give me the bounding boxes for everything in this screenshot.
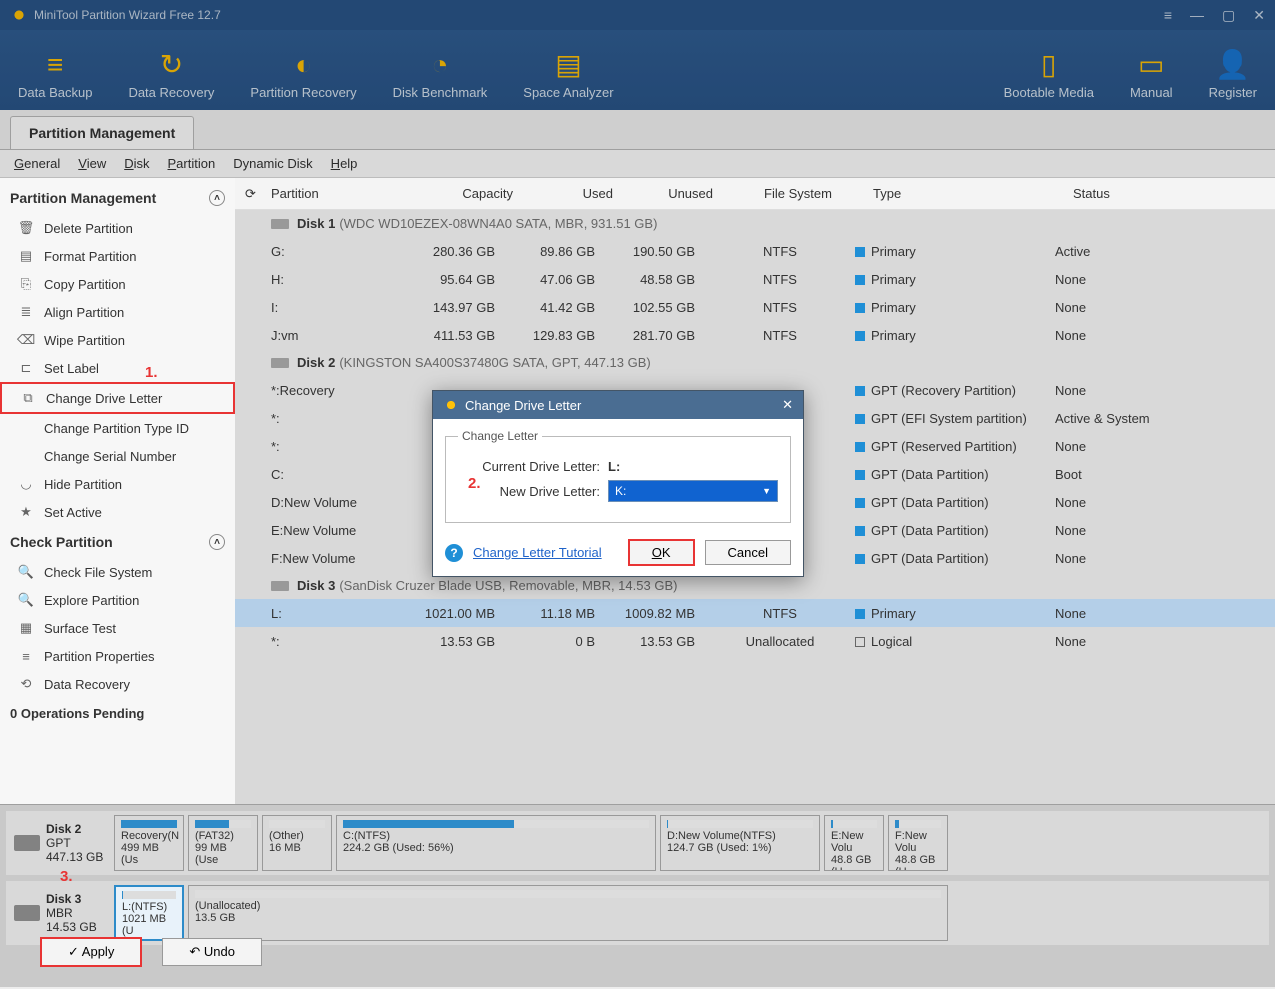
partition-row[interactable]: *:13.53 GB0 B13.53 GBUnallocatedLogicalN…	[235, 627, 1275, 655]
sidebar-item-data-recovery-side[interactable]: ⟲Data Recovery	[0, 670, 235, 698]
sidebar-item-check-file-system[interactable]: 🔍Check File System	[0, 558, 235, 586]
help-icon[interactable]: ?	[445, 544, 463, 562]
sidebar-item-change-serial-number[interactable]: Change Serial Number	[0, 442, 235, 470]
sidebar-item-surface-test[interactable]: ▦Surface Test	[0, 614, 235, 642]
disk-map-block[interactable]: (Other)16 MB	[262, 815, 332, 871]
disk-map-block[interactable]: E:New Volu48.8 GB (U	[824, 815, 884, 871]
dialog-logo-icon	[443, 397, 459, 413]
operations-pending: 0 Operations Pending	[0, 698, 235, 729]
sidebar-item-hide-partition[interactable]: ◡Hide Partition	[0, 470, 235, 498]
change-drive-letter-icon: ⧉	[20, 390, 36, 406]
disk-row[interactable]: Disk 1 (WDC WD10EZEX-08WN4A0 SATA, MBR, …	[235, 210, 1275, 237]
partition-row[interactable]: L:1021.00 MB11.18 MB1009.82 MBNTFSPrimar…	[235, 599, 1275, 627]
refresh-icon[interactable]: ⟳	[235, 186, 253, 202]
disk-map-block[interactable]: D:New Volume(NTFS)124.7 GB (Used: 1%)	[660, 815, 820, 871]
align-partition-icon: ≣	[18, 304, 34, 320]
annotation-2: 2.	[468, 475, 481, 492]
disk-row[interactable]: Disk 2 (KINGSTON SA400S37480G SATA, GPT,…	[235, 349, 1275, 376]
disk-map-block[interactable]: Recovery(N499 MB (Us	[114, 815, 184, 871]
sidebar-item-copy-partition[interactable]: ⎘Copy Partition	[0, 270, 235, 298]
partition-row[interactable]: G:280.36 GB89.86 GB190.50 GBNTFSPrimaryA…	[235, 237, 1275, 265]
sidebar-item-partition-properties[interactable]: ≡Partition Properties	[0, 642, 235, 670]
current-drive-letter: L:	[608, 459, 620, 474]
explore-partition-icon: 🔍	[18, 592, 34, 608]
data-recovery-side-icon: ⟲	[18, 676, 34, 692]
sidebar-item-set-active[interactable]: ★Set Active	[0, 498, 235, 526]
partition-row[interactable]: I:143.97 GB41.42 GB102.55 GBNTFSPrimaryN…	[235, 293, 1275, 321]
set-label-icon: ⊏	[18, 360, 34, 376]
new-drive-letter-select[interactable]: K: ▼	[608, 480, 778, 502]
change-serial-number-icon	[18, 448, 34, 464]
copy-partition-icon: ⎘	[18, 276, 34, 292]
delete-partition-icon: 🗑	[18, 220, 34, 236]
surface-test-icon: ▦	[18, 620, 34, 636]
chevron-down-icon: ▼	[762, 486, 771, 496]
collapse-icon[interactable]: ˄	[209, 534, 225, 550]
cancel-button[interactable]: Cancel	[705, 540, 791, 565]
sidebar-item-change-partition-type-id[interactable]: Change Partition Type ID	[0, 414, 235, 442]
disk-icon	[271, 358, 289, 368]
apply-button[interactable]: ✓ Apply	[40, 937, 142, 967]
set-active-icon: ★	[18, 504, 34, 520]
sidebar-item-delete-partition[interactable]: 🗑Delete Partition	[0, 214, 235, 242]
partition-row[interactable]: H:95.64 GB47.06 GB48.58 GBNTFSPrimaryNon…	[235, 265, 1275, 293]
sidebar-item-explore-partition[interactable]: 🔍Explore Partition	[0, 586, 235, 614]
change-partition-type-id-icon	[18, 420, 34, 436]
ok-button[interactable]: OK	[628, 539, 695, 566]
format-partition-icon: ▤	[18, 248, 34, 264]
sidebar-group-check-partition: Check Partition ˄	[0, 526, 235, 558]
collapse-icon[interactable]: ˄	[209, 190, 225, 206]
hide-partition-icon: ◡	[18, 476, 34, 492]
dialog-close-icon[interactable]: ✕	[782, 397, 793, 413]
partition-row[interactable]: J:vm411.53 GB129.83 GB281.70 GBNTFSPrima…	[235, 321, 1275, 349]
disk-icon	[271, 581, 289, 591]
sidebar: Partition Management ˄ 🗑Delete Partition…	[0, 178, 235, 804]
check-file-system-icon: 🔍	[18, 564, 34, 580]
sidebar-item-wipe-partition[interactable]: ⌫Wipe Partition	[0, 326, 235, 354]
disk-icon	[271, 219, 289, 229]
tutorial-link[interactable]: Change Letter Tutorial	[473, 545, 602, 560]
undo-button[interactable]: ↶ Undo	[162, 938, 262, 966]
sidebar-item-change-drive-letter[interactable]: ⧉Change Drive Letter	[0, 382, 235, 414]
annotation-1: 1.	[145, 364, 158, 381]
sidebar-item-format-partition[interactable]: ▤Format Partition	[0, 242, 235, 270]
wipe-partition-icon: ⌫	[18, 332, 34, 348]
partition-properties-icon: ≡	[18, 648, 34, 664]
disk-map-block[interactable]: (Unallocated)13.5 GB	[188, 885, 948, 941]
disk-map-block[interactable]: (FAT32)99 MB (Use	[188, 815, 258, 871]
sidebar-group-partition-mgmt: Partition Management ˄	[0, 182, 235, 214]
sidebar-item-align-partition[interactable]: ≣Align Partition	[0, 298, 235, 326]
table-header: ⟳ Partition Capacity Used Unused File Sy…	[235, 178, 1275, 210]
annotation-3: 3.	[60, 868, 73, 885]
change-drive-letter-dialog: Change Drive Letter ✕ Change Letter Curr…	[432, 390, 804, 577]
disk-map-block[interactable]: F:New Volu48.8 GB (U	[888, 815, 948, 871]
dialog-title: Change Drive Letter	[465, 398, 581, 413]
disk-map-block[interactable]: C:(NTFS)224.2 GB (Used: 56%)	[336, 815, 656, 871]
sidebar-item-set-label[interactable]: ⊏Set Label	[0, 354, 235, 382]
